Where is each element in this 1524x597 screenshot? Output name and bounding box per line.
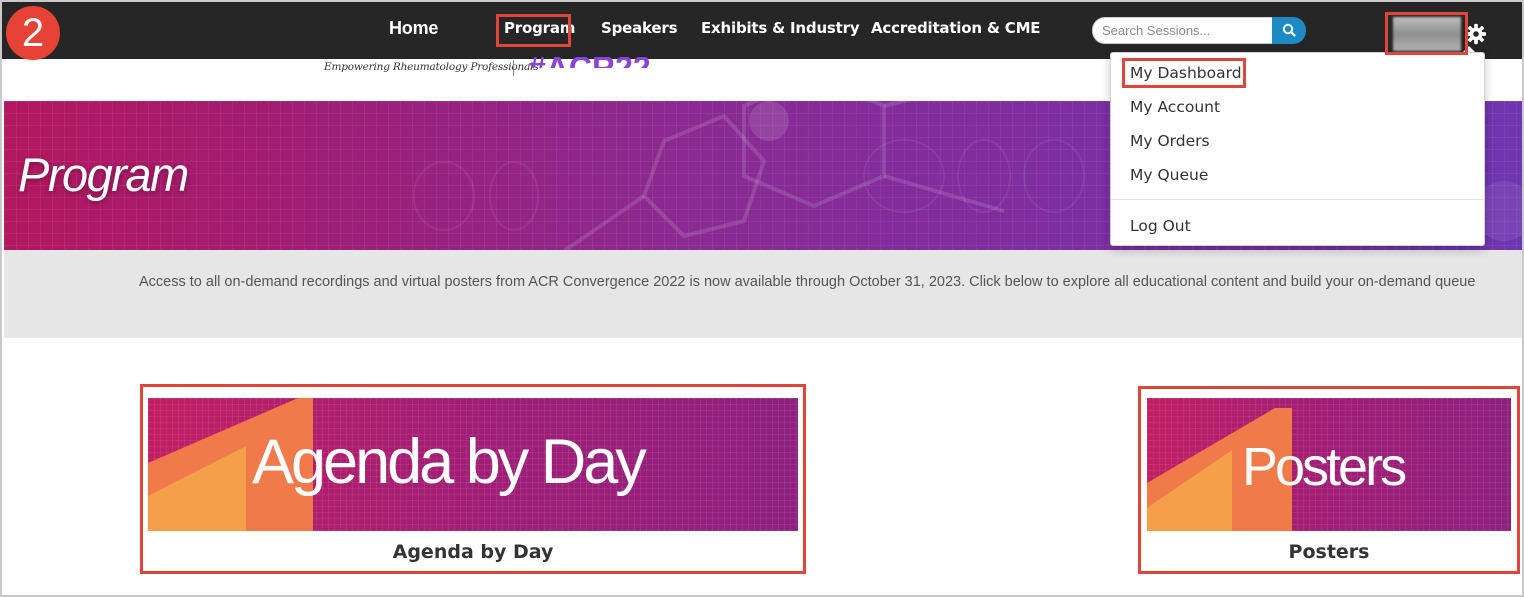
search-button[interactable] — [1272, 17, 1306, 44]
logo-tagline: Empowering Rheumatology Professionals — [324, 61, 539, 73]
menu-item-log-out[interactable]: Log Out — [1130, 217, 1191, 235]
nav-accreditation-cme[interactable]: Accreditation & CME — [871, 19, 1041, 37]
highlight-posters-card — [1138, 386, 1520, 574]
nav-speakers[interactable]: Speakers — [601, 19, 678, 37]
search-icon — [1282, 23, 1296, 37]
nav-home[interactable]: Home — [389, 18, 438, 39]
nav-exhibits-industry[interactable]: Exhibits & Industry — [701, 19, 860, 37]
notice-band: Access to all on-demand recordings and v… — [4, 250, 1522, 338]
page-frame: Home Program Speakers Exhibits & Industr… — [0, 0, 1524, 597]
top-nav: Home Program Speakers Exhibits & Industr… — [2, 2, 1522, 59]
step-number-badge: 2 — [6, 6, 60, 60]
highlight-my-dashboard — [1122, 58, 1246, 88]
highlight-avatar — [1385, 12, 1468, 55]
highlight-agenda-card — [140, 384, 806, 574]
acr22-logo-text: #ACR22 — [528, 57, 651, 68]
search-box — [1092, 17, 1306, 44]
search-input[interactable] — [1092, 17, 1273, 44]
menu-item-my-queue[interactable]: My Queue — [1130, 166, 1208, 184]
menu-item-my-orders[interactable]: My Orders — [1130, 132, 1210, 150]
acr22-logo[interactable]: #ACR22 — [528, 56, 688, 68]
menu-divider — [1111, 199, 1484, 200]
logo-divider — [513, 60, 514, 76]
highlight-program — [496, 14, 571, 47]
menu-item-my-account[interactable]: My Account — [1130, 98, 1220, 116]
gear-icon[interactable] — [1465, 23, 1487, 45]
hero-title: Program — [18, 148, 189, 201]
notice-text: Access to all on-demand recordings and v… — [139, 274, 1476, 290]
